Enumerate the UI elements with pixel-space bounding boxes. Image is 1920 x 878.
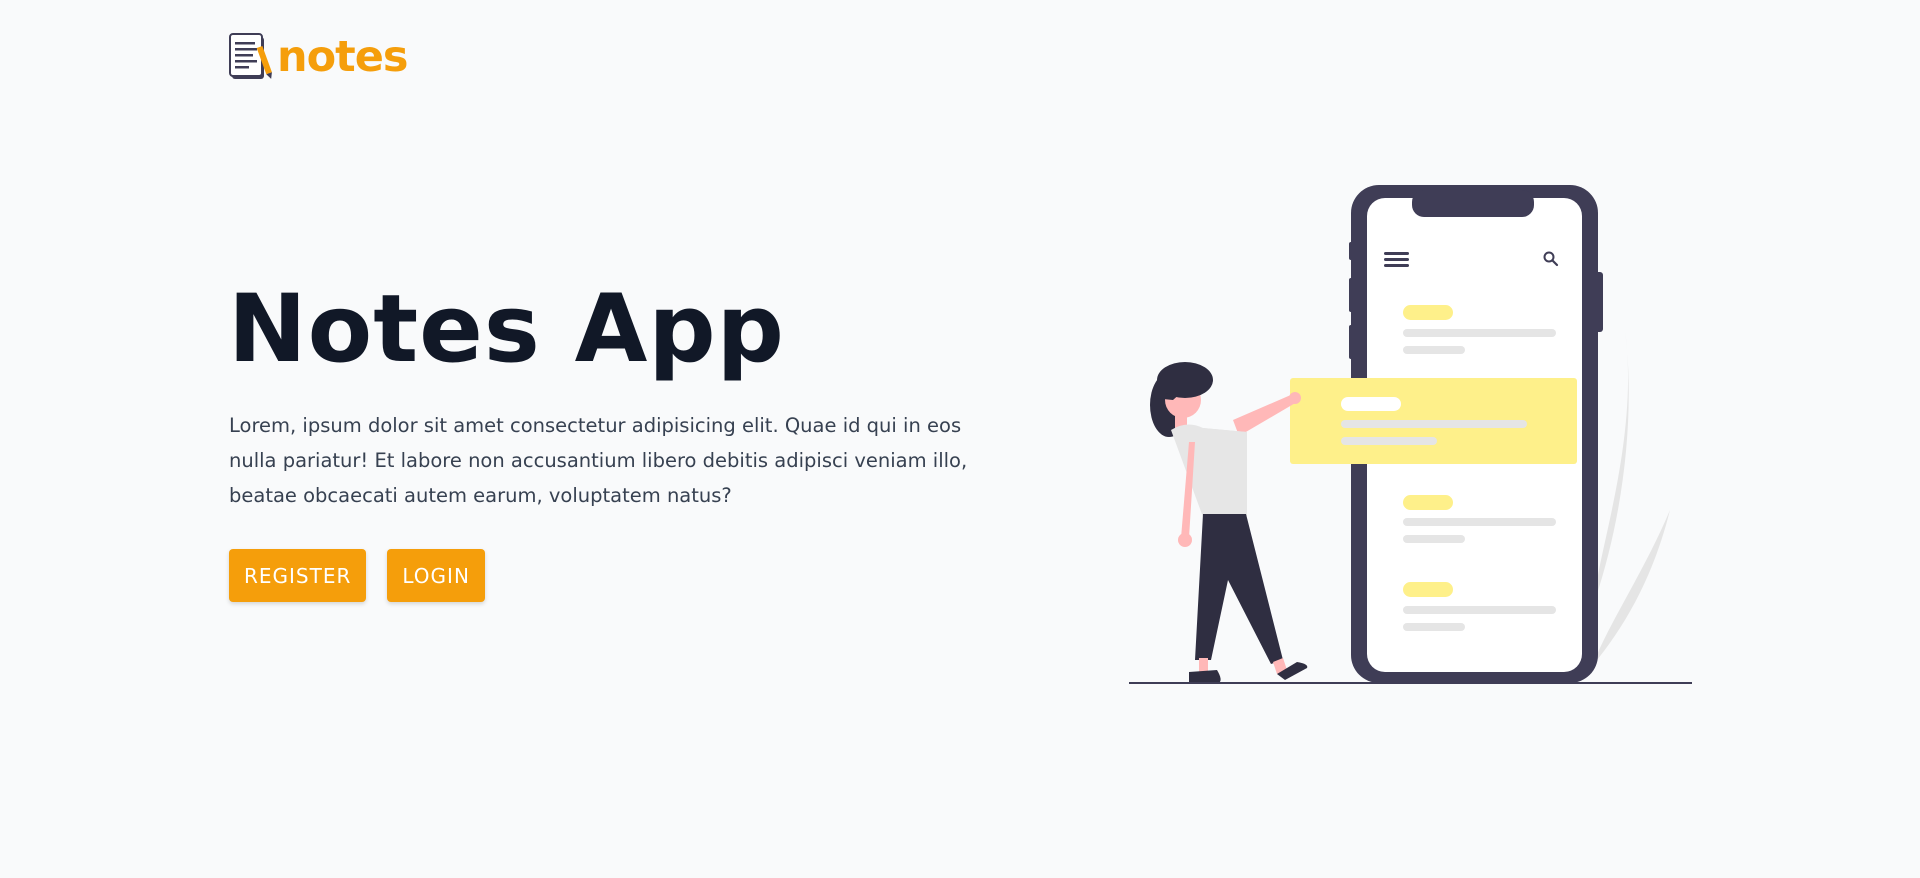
note-tag [1403,495,1453,510]
logo-text: notes [277,32,408,82]
person-figure [1150,362,1308,683]
note-line [1403,329,1556,337]
page-title: Notes App [228,275,785,384]
leaf-shape [1593,510,1670,665]
note-line [1403,623,1465,631]
phone-notch [1412,190,1534,217]
note-tag [1403,305,1453,320]
note-line [1403,346,1465,354]
leaf-shape [1595,330,1629,600]
note-line [1403,518,1556,526]
note-line [1403,535,1465,543]
landing-page: notes Notes App Lorem, ipsum dolor sit a… [0,0,1920,878]
hamburger-menu-icon [1384,252,1409,267]
auth-buttons: REGISTER LOGIN [229,549,485,602]
notepad-pencil-icon [229,33,272,79]
note-tag [1403,582,1453,597]
login-button[interactable]: LOGIN [387,549,485,602]
note-line [1403,606,1556,614]
hero-illustration [1129,185,1692,684]
register-button[interactable]: REGISTER [229,549,367,602]
hero-description: Lorem, ipsum dolor sit amet consectetur … [229,414,968,507]
logo[interactable]: notes [229,32,408,82]
